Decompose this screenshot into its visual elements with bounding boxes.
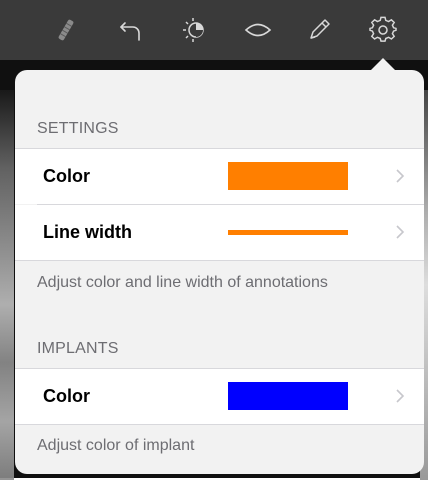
implants-section-header: IMPLANTS — [37, 340, 119, 357]
chevron-right-icon — [396, 225, 405, 239]
implants-footer: Adjust color of implant — [37, 437, 195, 454]
implants-color-row[interactable]: Color — [15, 369, 424, 424]
line-width-swatch — [228, 230, 348, 235]
settings-color-row[interactable]: Color — [15, 149, 424, 204]
divider — [15, 424, 424, 425]
pencil-icon[interactable] — [303, 14, 335, 46]
implants-color-label: Color — [43, 386, 90, 406]
settings-section-header: SETTINGS — [37, 120, 119, 137]
settings-footer: Adjust color and line width of annotatio… — [37, 274, 328, 291]
annotation-color-swatch — [228, 162, 348, 190]
implant-color-swatch — [228, 382, 348, 410]
settings-color-label: Color — [43, 166, 90, 186]
gear-icon[interactable] — [367, 14, 399, 46]
toolbar — [0, 0, 428, 60]
undo-icon[interactable] — [115, 14, 147, 46]
settings-popover: SETTINGS Color Line width Adjust color a… — [15, 70, 424, 474]
lens-icon[interactable] — [242, 14, 274, 46]
divider — [15, 260, 424, 261]
chevron-right-icon — [396, 169, 405, 183]
chevron-right-icon — [396, 389, 405, 403]
settings-line-width-row[interactable]: Line width — [15, 205, 424, 260]
brightness-contrast-icon[interactable] — [178, 14, 210, 46]
xray-image-edge-left — [0, 90, 14, 480]
settings-line-width-label: Line width — [43, 222, 132, 242]
implant-icon[interactable] — [50, 14, 82, 46]
